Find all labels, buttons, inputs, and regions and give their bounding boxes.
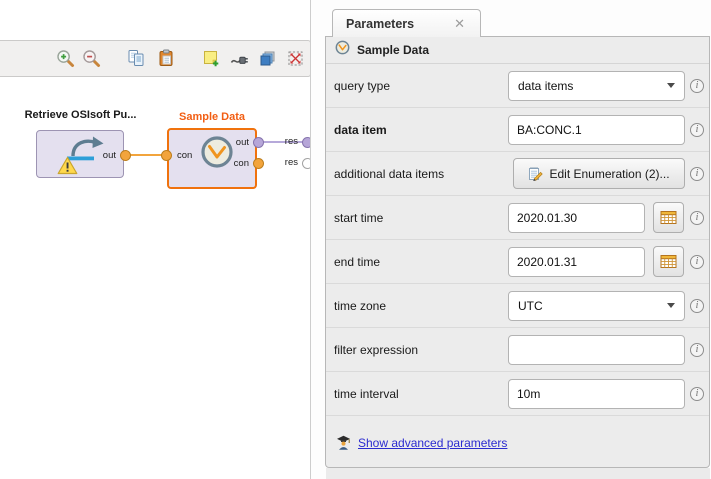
param-label: time interval bbox=[334, 387, 508, 401]
operator-name-retrieve: Retrieve OSIsoft Pu... bbox=[8, 109, 153, 121]
panel-bottom-margin bbox=[326, 468, 710, 479]
info-icon[interactable]: i bbox=[690, 343, 704, 357]
chevron-down-icon bbox=[667, 83, 675, 88]
info-icon[interactable]: i bbox=[690, 79, 704, 93]
port-sample-con-out[interactable] bbox=[253, 158, 264, 169]
param-label: query type bbox=[334, 79, 508, 93]
param-row-additional-data-items: additional data items Edit Enumeration (… bbox=[326, 152, 709, 196]
process-canvas[interactable]: Retrieve OSIsoft Pu... out Sample Data c… bbox=[0, 0, 311, 479]
zoom-in-icon[interactable] bbox=[55, 49, 75, 69]
port-label-con-out: con bbox=[234, 158, 249, 169]
show-advanced-parameters-link[interactable]: Show advanced parameters bbox=[358, 436, 507, 450]
time-zone-dropdown[interactable]: UTC bbox=[508, 291, 685, 321]
info-icon[interactable]: i bbox=[690, 255, 704, 269]
param-label: start time bbox=[334, 211, 508, 225]
filter-expression-input[interactable] bbox=[508, 335, 685, 365]
result-port-1[interactable] bbox=[302, 137, 311, 148]
end-time-calendar-button[interactable] bbox=[653, 246, 684, 277]
param-row-end-time: end time i bbox=[326, 240, 709, 284]
operator-sample-data[interactable]: con out con bbox=[167, 128, 257, 189]
zoom-out-icon[interactable] bbox=[81, 49, 101, 69]
port-retrieve-out[interactable] bbox=[120, 150, 131, 161]
connect-icon[interactable] bbox=[229, 49, 249, 69]
info-icon[interactable]: i bbox=[690, 123, 704, 137]
operator-retrieve[interactable]: out bbox=[36, 130, 124, 178]
param-row-start-time: start time i bbox=[326, 196, 709, 240]
warning-icon bbox=[57, 156, 78, 180]
param-label: filter expression bbox=[334, 343, 508, 357]
start-time-input[interactable] bbox=[508, 203, 645, 233]
operator-name-sample-data: Sample Data bbox=[167, 111, 257, 123]
layers-icon[interactable] bbox=[257, 49, 277, 69]
port-label-out: out bbox=[103, 150, 116, 161]
calendar-icon bbox=[660, 210, 677, 225]
param-row-query-type: query type data items i bbox=[326, 64, 709, 108]
parameters-tab-title: Parameters bbox=[346, 17, 414, 31]
fit-view-icon[interactable] bbox=[285, 49, 305, 69]
graduate-icon bbox=[336, 435, 351, 450]
time-interval-input[interactable] bbox=[508, 379, 685, 409]
clock-mini-icon bbox=[335, 40, 350, 60]
data-item-input[interactable] bbox=[508, 115, 685, 145]
port-sample-con-in[interactable] bbox=[161, 150, 172, 161]
paste-icon[interactable] bbox=[156, 49, 176, 69]
close-icon[interactable]: ✕ bbox=[454, 17, 465, 30]
param-row-filter-expression: filter expression i bbox=[326, 328, 709, 372]
end-time-input[interactable] bbox=[508, 247, 645, 277]
param-label: time zone bbox=[334, 299, 508, 313]
result-port-2[interactable] bbox=[302, 158, 311, 169]
calendar-icon bbox=[660, 254, 677, 269]
info-icon[interactable]: i bbox=[690, 387, 704, 401]
port-sample-out[interactable] bbox=[253, 137, 264, 148]
parameters-header: Sample Data bbox=[326, 37, 709, 64]
info-icon[interactable]: i bbox=[690, 211, 704, 225]
edit-enumeration-button[interactable]: Edit Enumeration (2)... bbox=[513, 158, 685, 189]
copy-icon[interactable] bbox=[126, 49, 146, 69]
clock-icon bbox=[200, 135, 234, 174]
info-icon[interactable]: i bbox=[690, 167, 704, 181]
start-time-calendar-button[interactable] bbox=[653, 202, 684, 233]
param-label: additional data items bbox=[334, 167, 508, 181]
param-row-data-item: data item i bbox=[326, 108, 709, 152]
result-port-label-1: res bbox=[270, 136, 298, 147]
port-label-con-in: con bbox=[177, 150, 192, 161]
query-type-dropdown[interactable]: data items bbox=[508, 71, 685, 101]
edit-list-icon bbox=[528, 166, 543, 181]
param-label: data item bbox=[334, 123, 508, 137]
param-row-time-zone: time zone UTC i bbox=[326, 284, 709, 328]
result-port-label-2: res bbox=[270, 157, 298, 168]
advanced-parameters-row: Show advanced parameters bbox=[326, 435, 709, 450]
canvas-toolbar bbox=[0, 40, 311, 77]
info-icon[interactable]: i bbox=[690, 299, 704, 313]
param-label: end time bbox=[334, 255, 508, 269]
port-label-out: out bbox=[236, 137, 249, 148]
add-note-icon[interactable] bbox=[201, 49, 221, 69]
selected-operator-name: Sample Data bbox=[357, 43, 429, 57]
param-row-time-interval: time interval i bbox=[326, 372, 709, 416]
chevron-down-icon bbox=[667, 303, 675, 308]
parameters-panel: Sample Data query type data items i data… bbox=[325, 36, 710, 468]
parameters-tab[interactable]: Parameters ✕ bbox=[332, 9, 481, 37]
